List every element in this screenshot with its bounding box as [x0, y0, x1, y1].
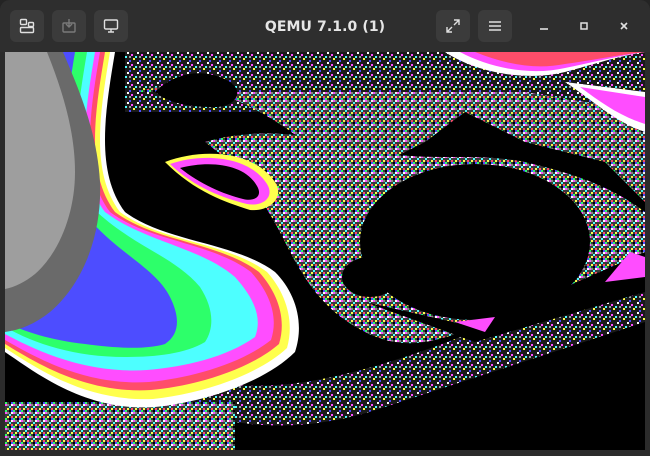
tabs-button[interactable] [10, 10, 44, 42]
fullscreen-button[interactable] [436, 10, 470, 42]
header-bar: QEMU 7.1.0 (1) [0, 0, 650, 52]
tabs-icon [19, 18, 35, 34]
close-icon [618, 17, 630, 36]
minimize-button[interactable] [532, 14, 556, 38]
hamburger-menu-icon [487, 18, 503, 34]
display-icon [103, 18, 119, 34]
fractal-image [5, 52, 645, 450]
vm-display[interactable] [5, 52, 645, 450]
qemu-window: QEMU 7.1.0 (1) [0, 0, 650, 456]
screenshot-icon [61, 18, 77, 34]
maximize-icon [578, 17, 590, 36]
fullscreen-icon [445, 18, 461, 34]
display-button[interactable] [94, 10, 128, 42]
screenshot-button[interactable] [52, 10, 86, 42]
maximize-button[interactable] [572, 14, 596, 38]
window-title: QEMU 7.1.0 (1) [264, 19, 386, 35]
menu-button[interactable] [478, 10, 512, 42]
minimize-icon [538, 17, 550, 36]
close-button[interactable] [612, 14, 636, 38]
